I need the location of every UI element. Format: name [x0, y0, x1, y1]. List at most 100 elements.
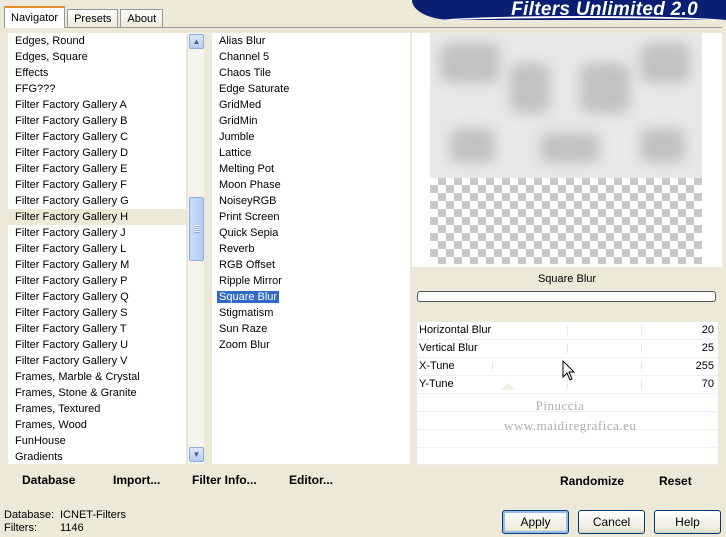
category-item[interactable]: Filter Factory Gallery D: [8, 145, 186, 161]
mouse-pointer-icon: [562, 360, 576, 381]
slider-vertical-blur[interactable]: Vertical Blur 25: [417, 340, 718, 358]
filter-item-label: Channel 5: [219, 51, 270, 63]
filter-item-label: GridMed: [219, 99, 262, 111]
filter-item-label: Stigmatism: [219, 307, 274, 319]
filter-item-label: Print Screen: [219, 211, 280, 223]
filters-count: 1146: [60, 522, 84, 534]
filter-item[interactable]: GridMed: [212, 97, 410, 113]
category-item[interactable]: Filter Factory Gallery L: [8, 241, 186, 257]
category-item[interactable]: Filter Factory Gallery F: [8, 177, 186, 193]
filter-item[interactable]: Sun Raze: [212, 321, 410, 337]
database-label: Database:: [4, 509, 55, 521]
filter-item[interactable]: Quick Sepia: [212, 225, 410, 241]
database-button[interactable]: Database: [22, 473, 75, 487]
slider-thumb[interactable]: [501, 383, 515, 390]
editor-button[interactable]: Editor...: [289, 473, 333, 487]
category-item[interactable]: Filter Factory Gallery M: [8, 257, 186, 273]
filter-item-label: Quick Sepia: [219, 227, 279, 239]
filter-item[interactable]: Edge Saturate: [212, 81, 410, 97]
filter-item[interactable]: Stigmatism: [212, 305, 410, 321]
category-item[interactable]: Filter Factory Gallery A: [8, 97, 186, 113]
progress-bar: [417, 291, 716, 302]
reset-button[interactable]: Reset: [659, 474, 692, 488]
filter-item-label: Ripple Mirror: [219, 275, 282, 287]
category-item[interactable]: Frames, Textured: [8, 401, 186, 417]
randomize-button[interactable]: Randomize: [560, 474, 624, 488]
tab-navigator[interactable]: Navigator: [4, 6, 66, 28]
category-item[interactable]: Filter Factory Gallery B: [8, 113, 186, 129]
category-item[interactable]: Filter Factory Gallery P: [8, 273, 186, 289]
app-banner: Filters Unlimited 2.0: [412, 0, 726, 20]
category-item[interactable]: Filter Factory Gallery Q: [8, 289, 186, 305]
slider-label: Y-Tune: [419, 378, 454, 390]
category-item[interactable]: Frames, Wood: [8, 417, 186, 433]
category-item[interactable]: Filter Factory Gallery V: [8, 353, 186, 369]
left-toolbar: Database Import... Filter Info... Editor…: [8, 467, 412, 493]
scrollbar-thumb[interactable]: [189, 197, 204, 261]
preview-image: [430, 33, 702, 264]
filter-item[interactable]: GridMin: [212, 113, 410, 129]
filter-item-label: Lattice: [219, 147, 252, 159]
slider-value: 70: [701, 378, 714, 390]
slider-label: Vertical Blur: [419, 342, 478, 354]
filter-item[interactable]: Jumble: [212, 129, 410, 145]
help-button[interactable]: Help: [654, 510, 721, 534]
category-item[interactable]: FFG???: [8, 81, 186, 97]
apply-button[interactable]: Apply: [502, 510, 569, 534]
filter-info-button[interactable]: Filter Info...: [192, 473, 257, 487]
filter-item-label: Square Blur: [217, 291, 280, 303]
filter-item[interactable]: Lattice: [212, 145, 410, 161]
filter-item[interactable]: Reverb: [212, 241, 410, 257]
filter-item[interactable]: RGB Offset: [212, 257, 410, 273]
category-item[interactable]: Filter Factory Gallery T: [8, 321, 186, 337]
filter-item-label: RGB Offset: [219, 259, 276, 271]
preview-blurred-region: [430, 33, 702, 178]
filter-item-label: Chaos Tile: [219, 67, 271, 79]
filter-item[interactable]: Channel 5: [212, 49, 410, 65]
tab-strip: Navigator Presets About: [4, 6, 165, 28]
category-item[interactable]: Edges, Round: [8, 33, 186, 49]
filter-list[interactable]: Alias Blur Channel 5 Chaos Tile Edge Satura…: [212, 33, 410, 464]
parameter-sliders: Horizontal Blur 20 Vertical Blur 25 X-Tu…: [417, 322, 718, 466]
category-item[interactable]: Filter Factory Gallery S: [8, 305, 186, 321]
slider-value: 25: [701, 342, 714, 354]
filter-item[interactable]: Chaos Tile: [212, 65, 410, 81]
filter-item[interactable]: Square Blur: [212, 289, 410, 305]
category-item[interactable]: Edges, Square: [8, 49, 186, 65]
tab-about[interactable]: About: [120, 9, 164, 28]
filter-item[interactable]: Alias Blur: [212, 33, 410, 49]
category-item[interactable]: Frames, Marble & Crystal: [8, 369, 186, 385]
filter-item[interactable]: NoiseyRGB: [212, 193, 410, 209]
filter-item-label: Melting Pot: [219, 163, 275, 175]
filters-label: Filters:: [4, 522, 37, 534]
category-item[interactable]: FunHouse: [8, 433, 186, 449]
chevron-up-icon[interactable]: ▲: [189, 34, 204, 49]
import-button[interactable]: Import...: [113, 473, 160, 487]
filter-item-label: Edge Saturate: [219, 83, 290, 95]
cancel-button[interactable]: Cancel: [578, 510, 645, 534]
filter-item-label: Moon Phase: [219, 179, 281, 191]
filter-item[interactable]: Ripple Mirror: [212, 273, 410, 289]
category-item[interactable]: Filter Factory Gallery E: [8, 161, 186, 177]
watermark-line2: www.maidiregrafica.eu: [504, 418, 637, 433]
filter-item[interactable]: Moon Phase: [212, 177, 410, 193]
filter-item[interactable]: Print Screen: [212, 209, 410, 225]
tab-presets[interactable]: Presets: [67, 9, 119, 28]
category-item[interactable]: Filter Factory Gallery U: [8, 337, 186, 353]
filter-item[interactable]: Zoom Blur: [212, 337, 410, 353]
category-item[interactable]: Filter Factory Gallery H: [8, 209, 186, 225]
chevron-down-icon[interactable]: ▼: [189, 447, 204, 462]
category-list[interactable]: Edges, Round Edges, Square Effects FFG??? Fi…: [8, 33, 186, 464]
category-item[interactable]: Frames, Stone & Granite: [8, 385, 186, 401]
category-item[interactable]: Filter Factory Gallery J: [8, 225, 186, 241]
watermark-line1: Pinuccia: [535, 398, 585, 413]
filter-item[interactable]: Melting Pot: [212, 161, 410, 177]
category-item[interactable]: Filter Factory Gallery C: [8, 129, 186, 145]
category-item[interactable]: Effects: [8, 65, 186, 81]
category-item[interactable]: Gradients: [8, 449, 186, 464]
category-item[interactable]: Filter Factory Gallery G: [8, 193, 186, 209]
slider-value: 20: [701, 324, 714, 336]
selected-filter-name: Square Blur: [537, 273, 597, 285]
category-scrollbar[interactable]: ▲ ▼: [187, 33, 204, 464]
slider-horizontal-blur[interactable]: Horizontal Blur 20: [417, 322, 718, 340]
